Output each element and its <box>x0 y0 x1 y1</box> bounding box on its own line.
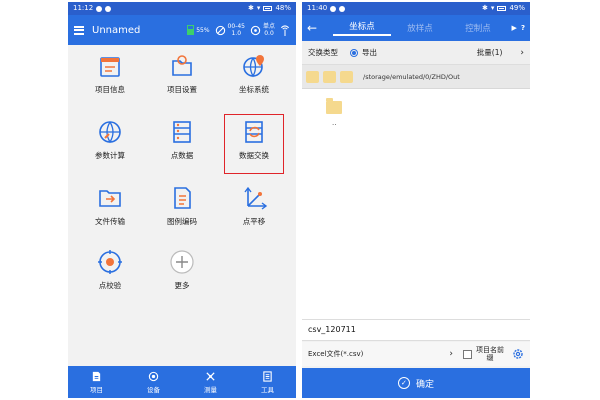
bluetooth-icon: ✱ <box>482 4 488 12</box>
chevron-right-icon[interactable]: › <box>520 48 524 58</box>
format-row: Excel文件(*.csv) › 项目名前缀 <box>302 342 530 366</box>
notification-icon <box>330 5 337 12</box>
tab-coordinate-points[interactable]: 坐标点 <box>333 20 392 36</box>
more-icon <box>170 250 194 274</box>
tab-control-points[interactable]: 控制点 <box>449 22 507 34</box>
chevron-right-icon[interactable]: › <box>449 349 453 359</box>
nav-tools[interactable]: 工具 <box>239 366 296 398</box>
notification-icon <box>96 5 103 12</box>
measure-icon <box>206 371 215 381</box>
tile-point-check[interactable]: 点校验 <box>80 248 140 304</box>
tools-icon <box>263 370 272 382</box>
exchange-type-label: 交换类型 <box>308 48 338 57</box>
status-time: 11:12 <box>73 4 94 12</box>
wifi-icon: ▾ <box>490 4 495 12</box>
bottom-nav: 项目 设备 测量 工具 <box>68 366 296 398</box>
battery-icon <box>263 6 273 11</box>
menu-icon[interactable] <box>74 25 84 35</box>
tile-data-exchange[interactable]: 数据交换 <box>224 114 284 174</box>
point-data-icon <box>173 121 191 143</box>
settings-gear-icon[interactable] <box>512 348 524 360</box>
receiver-battery-status[interactable]: 55% <box>187 25 210 35</box>
parameter-calc-icon <box>99 121 121 144</box>
point-shift-icon <box>244 186 268 210</box>
project-prefix-checkbox[interactable] <box>463 349 472 359</box>
file-format-select[interactable]: Excel文件(*.csv) <box>308 349 363 359</box>
battery-icon <box>497 6 507 11</box>
app-bar: Unnamed 55% 00-45 1.0 单点 0.0 <box>68 15 296 45</box>
nav-project[interactable]: 项目 <box>68 366 125 398</box>
exchange-type-row: 交换类型 导出 批量(1) › <box>302 41 530 65</box>
export-radio[interactable] <box>350 48 358 57</box>
tab-bar: ← 坐标点 放样点 控制点 ▶ ? <box>302 15 530 41</box>
receiver-battery-icon <box>187 25 195 35</box>
tile-coordinate-system[interactable]: 坐标系统 <box>224 52 284 108</box>
up-folder-icon[interactable] <box>340 70 353 83</box>
tile-more[interactable]: 更多 <box>152 248 212 304</box>
point-check-icon <box>98 250 122 274</box>
project-settings-icon <box>172 55 192 76</box>
tile-parameter-calc[interactable]: 参数计算 <box>80 118 140 174</box>
file-browser: .. <box>302 89 530 319</box>
filename-input[interactable]: csv_120711 <box>302 319 530 341</box>
tile-legend-code[interactable]: 图例编码 <box>152 184 212 240</box>
nav-device[interactable]: 设备 <box>125 366 182 398</box>
status-time: 11:40 <box>307 4 328 12</box>
data-exchange-icon <box>245 121 263 143</box>
wifi-icon: ▾ <box>256 4 261 12</box>
tile-file-transfer[interactable]: 文件传输 <box>80 184 140 240</box>
home-folder-icon[interactable] <box>323 70 336 83</box>
project-title: Unnamed <box>92 24 141 36</box>
confirm-button[interactable]: ✓ 确定 <box>302 368 530 398</box>
diff-age-status[interactable]: 00-45 1.0 <box>215 23 245 37</box>
tile-point-data[interactable]: 点数据 <box>152 118 212 174</box>
bluetooth-icon: ✱ <box>248 4 254 12</box>
coordinate-system-icon <box>243 55 264 78</box>
export-label: 导出 <box>362 48 377 57</box>
new-folder-icon[interactable] <box>306 70 319 83</box>
device-icon <box>148 371 159 381</box>
file-transfer-icon <box>99 190 121 207</box>
nav-measure[interactable]: 测量 <box>182 366 239 398</box>
satellite-link-icon <box>215 25 225 35</box>
folder-icon[interactable] <box>326 98 342 114</box>
tile-project-settings[interactable]: 项目设置 <box>152 52 212 108</box>
project-icon <box>92 371 101 381</box>
tile-point-shift[interactable]: 点平移 <box>224 184 284 240</box>
phone-right-data-exchange: 11:40 ✱ ▾ 49% ← 坐标点 放样点 控制点 ▶ ? 交换类型 导出 … <box>302 2 530 398</box>
antenna-icon[interactable] <box>280 24 290 36</box>
status-bar: 11:40 ✱ ▾ 49% <box>302 2 530 15</box>
back-arrow-icon[interactable]: ← <box>307 21 317 35</box>
tile-project-info[interactable]: 项目信息 <box>80 52 140 108</box>
app-notification-icon <box>339 5 346 12</box>
check-circle-icon: ✓ <box>397 377 410 389</box>
project-prefix-label: 项目名前缀 <box>476 346 504 362</box>
confirm-label: 确定 <box>415 379 434 390</box>
batch-button[interactable]: 批量(1) <box>477 47 503 58</box>
current-path: /storage/emulated/0/ZHD/Out <box>363 72 460 81</box>
help-icon[interactable]: ? <box>521 24 525 32</box>
project-info-icon <box>100 57 120 77</box>
status-bar: 11:12 ✱ ▾ 48% <box>68 2 296 15</box>
solution-status[interactable]: 单点 0.0 <box>250 23 275 37</box>
parent-directory[interactable]: .. <box>332 119 336 127</box>
path-toolbar: /storage/emulated/0/ZHD/Out <box>302 65 530 89</box>
app-notification-icon <box>105 5 112 12</box>
battery-percent: 49% <box>509 4 525 12</box>
battery-percent: 48% <box>275 4 291 12</box>
phone-left-main-menu: 11:12 ✱ ▾ 48% Unnamed 55% 00-45 1.0 单点 0.0 <box>68 2 296 398</box>
tab-stakeout-points[interactable]: 放样点 <box>391 22 449 34</box>
legend-code-icon <box>174 187 191 209</box>
tab-scroll-right-icon[interactable]: ▶ <box>512 24 517 32</box>
crosshair-icon <box>250 25 261 35</box>
